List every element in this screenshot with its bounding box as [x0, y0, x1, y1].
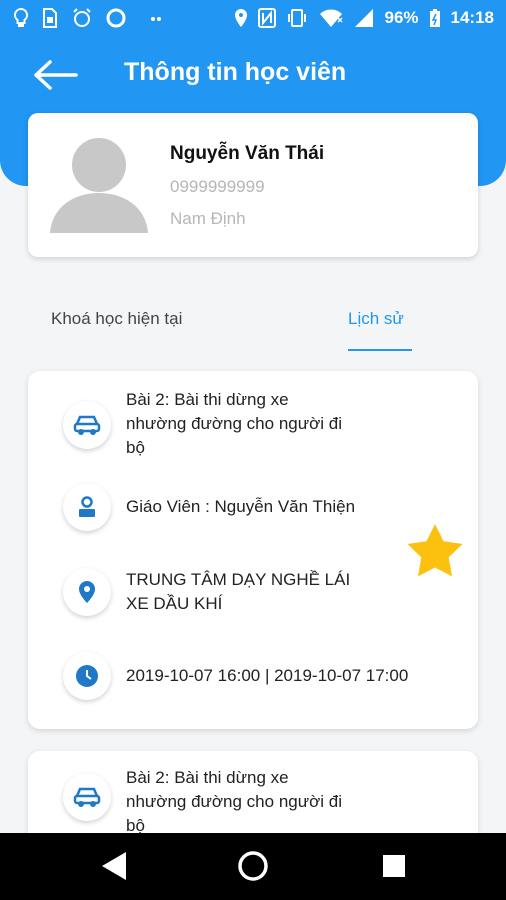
page-title: Thông tin học viên	[124, 58, 347, 86]
lesson-time: 2019-10-07 16:00 | 2019-10-07 17:00	[126, 666, 409, 685]
system-navigation-bar	[0, 833, 506, 900]
nav-back-icon[interactable]	[100, 850, 128, 882]
student-city: Nam Định	[170, 209, 246, 228]
clock: 14:18	[450, 8, 494, 27]
alarm-icon	[73, 8, 91, 27]
active-tab-indicator	[348, 349, 412, 351]
circle-icon	[106, 8, 126, 28]
teacher-icon-badge	[63, 483, 111, 531]
dots-icon	[151, 17, 161, 21]
lesson-card[interactable]: Bài 2: Bài thi dừng xe nhường đường cho …	[28, 371, 478, 729]
student-profile-card: Nguyễn Văn Thái 0999999999 Nam Định	[28, 113, 478, 257]
star-icon[interactable]	[406, 522, 464, 578]
training-center: TRUNG TÂM DẠY NGHỀ LÁI XE DẦU KHÍ	[126, 570, 351, 613]
vibrate-icon	[288, 9, 307, 27]
tab-current-course[interactable]: Khoá học hiện tại	[51, 309, 182, 329]
car-icon	[73, 787, 101, 807]
lesson-name: Bài 2: Bài thi dừng xe nhường đường cho …	[126, 390, 342, 457]
nav-recents-icon[interactable]	[382, 854, 406, 878]
clock-icon	[76, 665, 98, 687]
lesson-name: Bài 2: Bài thi dừng xe nhường đường cho …	[126, 768, 342, 835]
car-icon-badge	[63, 401, 111, 449]
avatar-placeholder-icon	[50, 138, 148, 233]
location-icon-badge	[63, 568, 111, 616]
teacher-name: Giáo Viên : Nguyễn Văn Thiện	[126, 497, 356, 516]
top-app-bar: Thông tin học viên	[0, 48, 506, 100]
nfc-icon	[258, 8, 277, 28]
student-phone: 0999999999	[170, 177, 265, 196]
lightbulb-icon	[14, 8, 28, 27]
signal-icon	[355, 9, 374, 27]
location-icon	[235, 9, 248, 27]
car-icon	[73, 415, 101, 435]
student-name: Nguyễn Văn Thái	[170, 143, 325, 164]
battery-percent: 96%	[384, 8, 419, 27]
car-icon-badge	[63, 773, 111, 821]
back-button[interactable]	[30, 58, 80, 92]
battery-icon	[429, 9, 440, 27]
arrow-left-icon	[34, 60, 78, 90]
tab-history[interactable]: Lịch sử	[348, 309, 404, 329]
sim-card-icon	[43, 8, 57, 28]
person-icon	[79, 496, 95, 517]
map-pin-icon	[79, 581, 95, 603]
status-bar: 96% 14:18	[0, 0, 506, 36]
wifi-icon	[320, 9, 344, 27]
nav-home-icon[interactable]	[237, 850, 269, 882]
clock-icon-badge	[63, 652, 111, 700]
